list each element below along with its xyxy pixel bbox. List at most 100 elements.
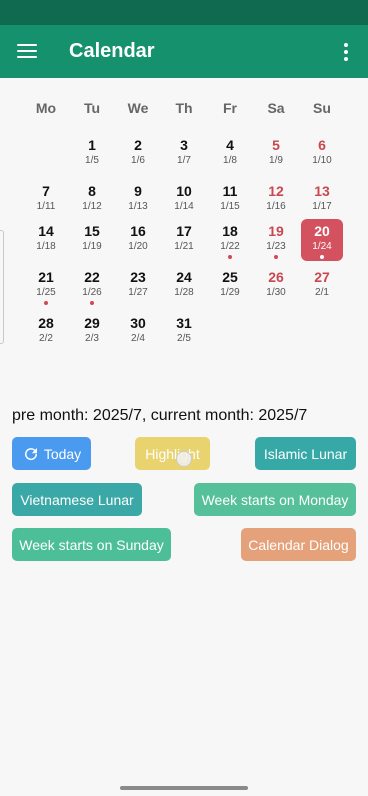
lunar-date: 2/2	[39, 333, 53, 344]
lunar-date: 1/29	[220, 287, 240, 298]
day-cell[interactable]: 5 1/9	[255, 133, 297, 175]
weekday-label: Mo	[35, 100, 57, 116]
day-cell[interactable]: 29 2/3	[71, 311, 113, 353]
lunar-date: 1/25	[36, 287, 56, 298]
lunar-date: 1/17	[312, 201, 332, 212]
day-cell[interactable]: 4 1/8	[209, 133, 251, 175]
day-cell[interactable]: 16 1/20	[117, 219, 159, 261]
day-number: 5	[272, 137, 280, 153]
gesture-nav-handle[interactable]	[120, 786, 248, 790]
day-cell[interactable]: 27 2/1	[301, 265, 343, 307]
vietnamese-lunar-button[interactable]: Vietnamese Lunar	[12, 483, 142, 516]
calendar-dialog-label: Calendar Dialog	[248, 536, 349, 553]
day-number: 31	[176, 315, 192, 331]
day-cell[interactable]: 28 2/2	[25, 311, 67, 353]
day-number: 26	[268, 269, 284, 285]
islamic-lunar-button[interactable]: Islamic Lunar	[255, 437, 356, 470]
day-cell[interactable]: 31 2/5	[163, 311, 205, 353]
calendar-dialog-button[interactable]: Calendar Dialog	[241, 528, 356, 561]
day-number: 21	[38, 269, 54, 285]
lunar-date: 2/1	[315, 287, 329, 298]
lunar-date: 1/19	[82, 241, 102, 252]
event-dot	[90, 301, 94, 305]
day-number: 9	[134, 183, 142, 199]
week-starts-monday-label: Week starts on Monday	[201, 491, 349, 508]
day-number: 20	[314, 223, 330, 239]
lunar-date: 1/8	[223, 155, 237, 166]
day-cell[interactable]: 1 1/5	[71, 133, 113, 175]
event-dot	[44, 301, 48, 305]
status-bar	[0, 0, 368, 25]
week-starts-monday-button[interactable]: Week starts on Monday	[194, 483, 356, 516]
day-cell[interactable]: 10 1/14	[163, 179, 205, 221]
page-title: Calendar	[69, 40, 155, 62]
day-number: 29	[84, 315, 100, 331]
day-cell[interactable]: 22 1/26	[71, 265, 113, 307]
day-cell[interactable]: 13 1/17	[301, 179, 343, 221]
day-cell[interactable]: 15 1/19	[71, 219, 113, 261]
weekday-label: Tu	[83, 100, 101, 116]
weekday-label: We	[127, 100, 149, 116]
day-number: 23	[130, 269, 146, 285]
day-cell-selected[interactable]: 20 1/24	[301, 219, 343, 261]
lunar-date: 1/21	[174, 241, 194, 252]
day-cell[interactable]: 26 1/30	[255, 265, 297, 307]
lunar-date: 1/9	[269, 155, 283, 166]
day-number: 6	[318, 137, 326, 153]
day-number: 1	[88, 137, 96, 153]
day-cell[interactable]: 30 2/4	[117, 311, 159, 353]
weekday-label: Su	[313, 100, 331, 116]
day-cell[interactable]: 7 1/11	[25, 179, 67, 221]
day-cell[interactable]: 2 1/6	[117, 133, 159, 175]
side-panel-edge[interactable]	[0, 230, 4, 344]
event-dot	[274, 255, 278, 259]
highlight-button[interactable]: Highlight	[135, 437, 210, 470]
day-number: 14	[38, 223, 54, 239]
day-cell[interactable]: 24 1/28	[163, 265, 205, 307]
weekday-header: Mo Tu We Th Fr Sa Su	[0, 100, 368, 118]
day-number: 19	[268, 223, 284, 239]
weekday-label: Sa	[267, 100, 285, 116]
day-cell[interactable]: 23 1/27	[117, 265, 159, 307]
weekday-label: Th	[175, 100, 193, 116]
day-cell[interactable]: 6 1/10	[301, 133, 343, 175]
lunar-date: 1/22	[220, 241, 240, 252]
lunar-date: 1/15	[220, 201, 240, 212]
day-cell[interactable]: 19 1/23	[255, 219, 297, 261]
lunar-date: 1/27	[128, 287, 148, 298]
day-cell[interactable]: 8 1/12	[71, 179, 113, 221]
day-cell[interactable]: 25 1/29	[209, 265, 251, 307]
lunar-date: 1/16	[266, 201, 286, 212]
day-number: 18	[222, 223, 238, 239]
day-cell[interactable]: 17 1/21	[163, 219, 205, 261]
menu-icon[interactable]	[17, 44, 37, 59]
lunar-date: 1/12	[82, 201, 102, 212]
today-label: Today	[43, 445, 82, 462]
day-cell[interactable]: 18 1/22	[209, 219, 251, 261]
islamic-lunar-label: Islamic Lunar	[263, 445, 348, 462]
event-dot	[320, 255, 324, 259]
day-cell[interactable]: 11 1/15	[209, 179, 251, 221]
day-number: 15	[84, 223, 100, 239]
week-starts-sunday-label: Week starts on Sunday	[19, 536, 164, 553]
lunar-date: 1/18	[36, 241, 56, 252]
day-number: 22	[84, 269, 100, 285]
day-cell[interactable]: 9 1/13	[117, 179, 159, 221]
day-number: 7	[42, 183, 50, 199]
lunar-date: 1/6	[131, 155, 145, 166]
day-cell[interactable]: 14 1/18	[25, 219, 67, 261]
lunar-date: 1/7	[177, 155, 191, 166]
today-button[interactable]: Today	[12, 437, 91, 470]
day-cell[interactable]: 3 1/7	[163, 133, 205, 175]
day-number: 4	[226, 137, 234, 153]
week-starts-sunday-button[interactable]: Week starts on Sunday	[12, 528, 171, 561]
day-cell[interactable]: 12 1/16	[255, 179, 297, 221]
day-number: 12	[268, 183, 284, 199]
lunar-date: 1/30	[266, 287, 286, 298]
more-options-icon[interactable]	[341, 42, 351, 62]
lunar-date: 1/5	[85, 155, 99, 166]
day-number: 13	[314, 183, 330, 199]
day-cell[interactable]: 21 1/25	[25, 265, 67, 307]
day-number: 3	[180, 137, 188, 153]
lunar-date: 1/13	[128, 201, 148, 212]
